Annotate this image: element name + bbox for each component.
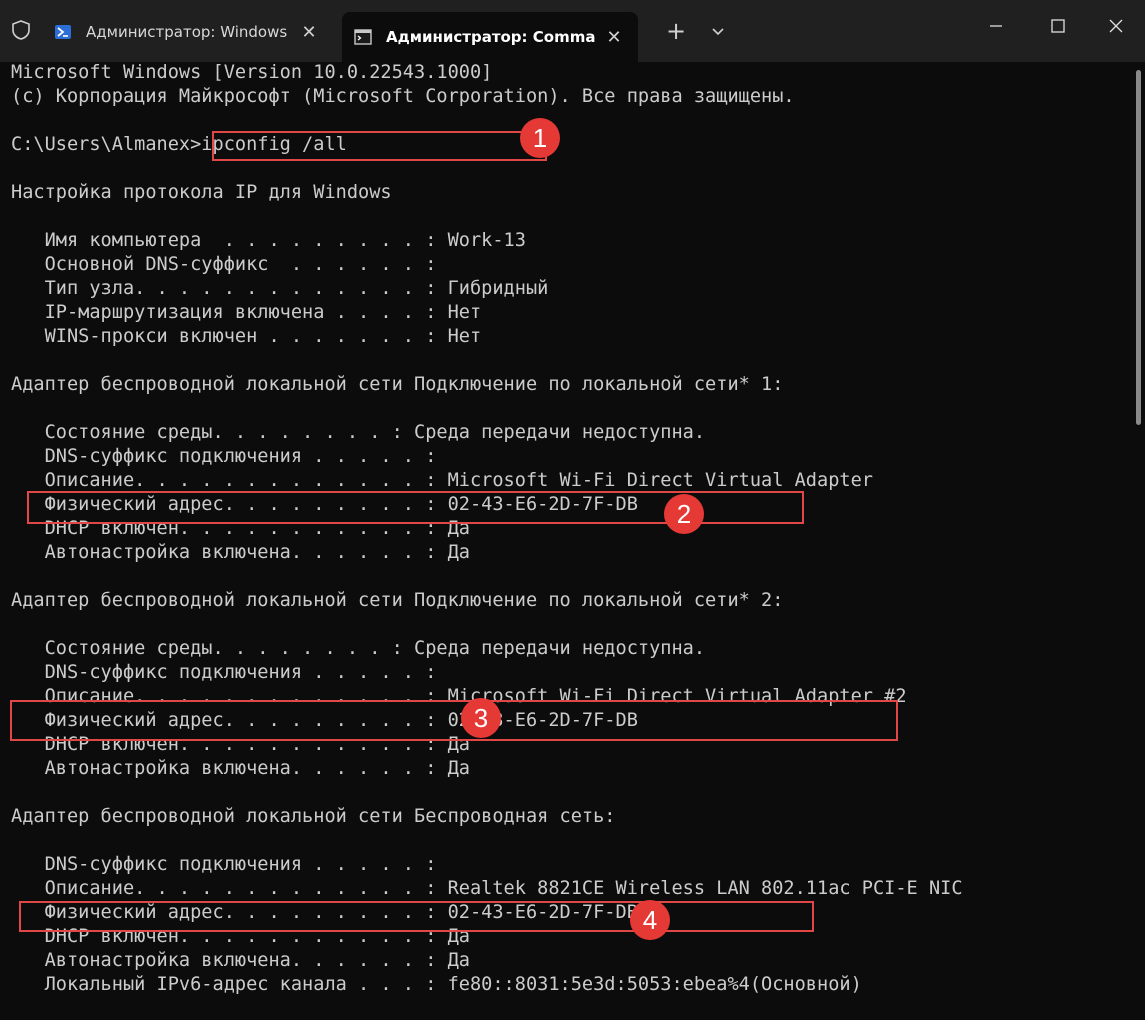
- console-line: Адаптер беспроводной локальной сети Подк…: [11, 374, 784, 395]
- console-line: Адаптер беспроводной локальной сети Подк…: [11, 590, 784, 611]
- tab-powershell[interactable]: Администратор: Windows PowerShell ✕: [42, 12, 332, 52]
- maximize-button[interactable]: [1038, 12, 1078, 42]
- new-tab-button[interactable]: +: [660, 16, 692, 46]
- highlight-box-command: [212, 131, 547, 161]
- close-icon[interactable]: ✕: [604, 27, 624, 48]
- console-line: Автонастройка включена. . . . . . : Да: [11, 758, 470, 779]
- minimize-button[interactable]: [976, 12, 1016, 42]
- shield-icon: [12, 20, 30, 40]
- close-icon[interactable]: ✕: [299, 22, 319, 43]
- scrollbar[interactable]: [1136, 70, 1141, 425]
- console-line: Основной DNS-суффикс . . . . . . :: [11, 254, 437, 275]
- console-line: DNS-суффикс подключения . . . . . :: [11, 854, 437, 875]
- highlight-box-mac-3: [19, 901, 814, 932]
- console-line: Microsoft Windows [Version 10.0.22543.10…: [11, 62, 493, 83]
- step-badge-2: 2: [664, 494, 704, 534]
- tab-label: Администратор: Command Prompt: [386, 28, 596, 46]
- highlight-box-mac-2: [10, 700, 898, 741]
- console-line: Автонастройка включена. . . . . . : Да: [11, 542, 470, 563]
- console-line: Настройка протокола IP для Windows: [11, 182, 392, 203]
- console-line: Локальный IPv6-адрес канала . . . : fe80…: [11, 974, 862, 995]
- console-line: DNS-суффикс подключения . . . . . :: [11, 662, 437, 683]
- title-bar: Администратор: Windows PowerShell ✕ Адми…: [0, 0, 1145, 62]
- step-badge-4: 4: [630, 900, 670, 940]
- console-line: Состояние среды. . . . . . . . : Среда п…: [11, 422, 706, 443]
- console-line: IP-маршрутизация включена . . . . : Нет: [11, 302, 482, 323]
- console-line: Описание. . . . . . . . . . . . . : Micr…: [11, 470, 873, 491]
- chevron-down-icon[interactable]: [704, 16, 732, 46]
- console-line: DNS-суффикс подключения . . . . . :: [11, 446, 437, 467]
- command-prompt-icon: [354, 29, 372, 45]
- step-badge-1: 1: [520, 118, 560, 158]
- console-line: Состояние среды. . . . . . . . : Среда п…: [11, 638, 706, 659]
- step-badge-3: 3: [461, 698, 501, 738]
- console-output[interactable]: Microsoft Windows [Version 10.0.22543.10…: [0, 62, 1133, 1020]
- tab-command-prompt[interactable]: Администратор: Command Prompt ✕: [342, 12, 638, 62]
- console-line: Описание. . . . . . . . . . . . . : Real…: [11, 878, 963, 899]
- console-line: Автонастройка включена. . . . . . : Да: [11, 950, 470, 971]
- console-line: Тип узла. . . . . . . . . . . . . : Гибр…: [11, 278, 549, 299]
- tab-label: Администратор: Windows PowerShell: [86, 23, 291, 41]
- console-line: (c) Корпорация Майкрософт (Microsoft Cor…: [11, 86, 795, 107]
- console-line: Адаптер беспроводной локальной сети Бесп…: [11, 806, 616, 827]
- close-window-button[interactable]: [1096, 12, 1136, 42]
- powershell-icon: [55, 25, 71, 39]
- console-line: WINS-прокси включен . . . . . . . : Нет: [11, 326, 482, 347]
- console-line: Имя компьютера . . . . . . . . . : Work-…: [11, 230, 526, 251]
